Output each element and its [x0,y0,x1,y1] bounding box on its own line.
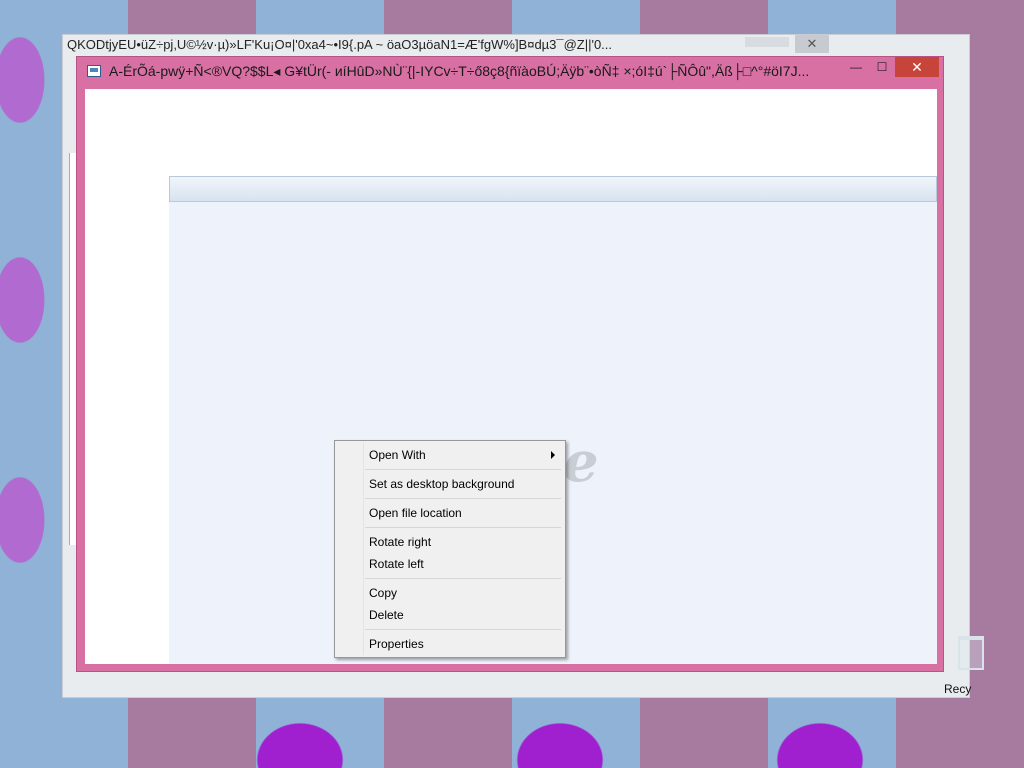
menu-separator [365,498,561,499]
menu-separator [365,527,561,528]
menu-separator [365,578,561,579]
menu-item-copy[interactable]: Copy [337,582,563,604]
menu-item-open-with[interactable]: Open With [337,444,563,466]
menu-item-label: Rotate left [369,557,424,571]
window-title: A-ÉrÕá-pwÿ+Ñ<®VQ?$$L◂ G¥tÜr(- ᴎíHûD»NÙ¨{… [109,63,810,79]
internet-explorer-logo-icon: e [563,429,599,495]
menu-item-properties[interactable]: Properties [337,633,563,655]
viewer-header-bar [169,176,937,202]
context-menu: Open With Set as desktop background Open… [334,440,566,658]
menu-item-rotate-left[interactable]: Rotate left [337,553,563,575]
menu-item-label: Delete [369,608,404,622]
menu-item-set-as-desktop-background[interactable]: Set as desktop background [337,473,563,495]
background-window-title: QKODtjyEU•üZ÷pj,U©½v·µ)»LF'Ku¡O¤|'0xa4~•… [67,37,613,52]
minimize-button[interactable]: — [843,57,869,77]
menu-item-label: Copy [369,586,398,600]
menu-item-label: Properties [369,637,424,651]
menu-separator [365,469,561,470]
background-window-minimize-button[interactable] [745,37,789,47]
menu-item-open-file-location[interactable]: Open file location [337,502,563,524]
recycle-bin-label: Recy [944,682,972,696]
recycle-bin-icon [958,636,984,670]
menu-item-label: Open file location [369,506,462,520]
maximize-button[interactable]: ☐ [869,57,895,77]
menu-item-delete[interactable]: Delete [337,604,563,626]
menu-item-label: Set as desktop background [369,477,515,491]
chevron-right-icon [551,451,555,459]
image-viewer-icon[interactable] [87,65,101,77]
menu-item-rotate-right[interactable]: Rotate right [337,531,563,553]
menu-separator [365,629,561,630]
menu-item-label: Rotate right [369,535,432,549]
menu-item-label: Open With [369,448,426,462]
close-button[interactable]: ✕ [895,57,939,77]
recycle-bin-desktop-icon[interactable]: Recy [944,630,1024,700]
background-window-close-button[interactable]: ✕ [795,35,829,53]
title-bar[interactable]: A-ÉrÕá-pwÿ+Ñ<®VQ?$$L◂ G¥tÜr(- ᴎíHûD»NÙ¨{… [77,57,943,87]
